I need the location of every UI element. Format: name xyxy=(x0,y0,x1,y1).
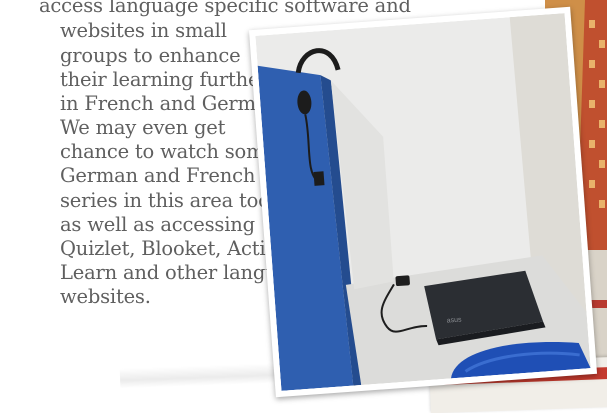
study-booth-photo: asus xyxy=(248,6,598,398)
laptop-logo: asus xyxy=(447,316,463,324)
text-line: as well as accessing xyxy=(60,213,255,236)
headset-clip xyxy=(313,171,325,186)
photo-frame: asus xyxy=(255,13,591,391)
text-line: German and French xyxy=(60,164,256,187)
text-line: their learning further xyxy=(60,68,269,91)
text-line: websites in small xyxy=(60,19,227,42)
text-line: in French and German. xyxy=(60,92,286,115)
text-line: series in this area too, xyxy=(60,189,276,212)
text-line: groups to enhance xyxy=(60,44,241,67)
text-line: We may even get xyxy=(60,116,226,139)
study-booth-illustration: asus xyxy=(255,13,591,391)
text-line: chance to watch some xyxy=(60,140,276,163)
text-line: websites. xyxy=(60,285,151,308)
text-line: Quizlet, Blooket, Active xyxy=(60,237,288,260)
charger xyxy=(395,275,410,287)
text-line: access language specific software and xyxy=(39,0,411,17)
